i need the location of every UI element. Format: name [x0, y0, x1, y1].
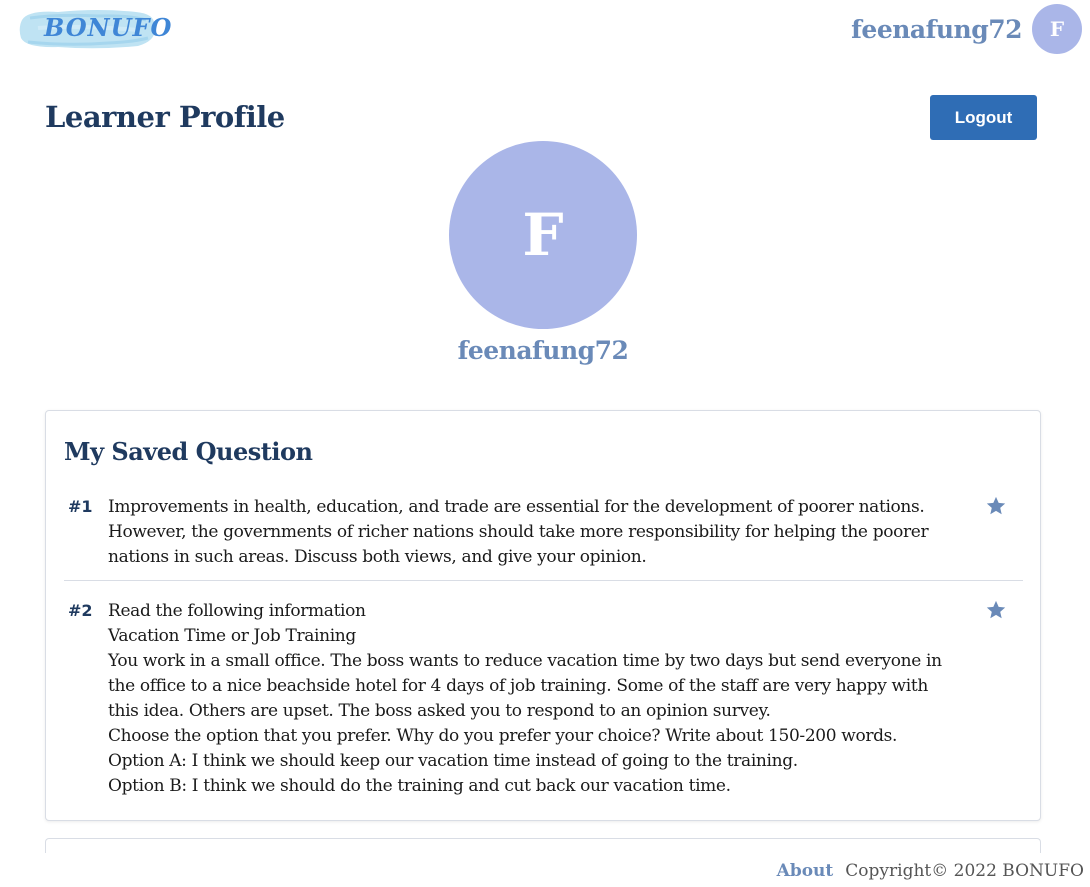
question-line: Read the following information — [108, 601, 366, 621]
account-menu[interactable]: feenafung72 F — [851, 4, 1082, 54]
header-avatar-initial: F — [1049, 17, 1065, 41]
saved-questions-card: My Saved Question #1 Improvements in hea… — [45, 410, 1041, 821]
star-icon[interactable] — [985, 599, 1007, 621]
saved-questions-title: My Saved Question — [64, 437, 313, 466]
question-line: Option A: I think we should keep our vac… — [108, 751, 798, 771]
profile-username: feenafung72 — [457, 336, 629, 365]
question-line: Choose the option that you prefer. Why d… — [108, 726, 898, 746]
logout-button[interactable]: Logout — [930, 95, 1037, 140]
page-title: Learner Profile — [45, 100, 285, 134]
header-avatar[interactable]: F — [1032, 4, 1082, 54]
question-line: Option B: I think we should do the train… — [108, 776, 731, 796]
question-line: Improvements in health, education, and t… — [108, 497, 925, 517]
question-line: However, the governments of richer natio… — [108, 522, 929, 542]
question-line: Vacation Time or Job Training — [108, 626, 356, 646]
profile-avatar-initial: F — [522, 201, 564, 269]
question-line: You work in a small office. The boss wan… — [108, 651, 942, 671]
saved-question-item[interactable]: #1 Improvements in health, education, an… — [64, 495, 1023, 581]
star-icon[interactable] — [985, 495, 1007, 517]
question-text: Improvements in health, education, and t… — [108, 495, 976, 570]
question-line: nations in such areas. Discuss both view… — [108, 547, 647, 567]
profile-avatar: F — [449, 141, 637, 329]
question-text: Read the following information Vacation … — [108, 599, 976, 799]
question-number: #2 — [68, 601, 93, 620]
footer: About Copyright© 2022 BONUFO — [777, 861, 1084, 881]
bonufo-logo[interactable]: BONUFO — [18, 6, 171, 52]
question-number: #1 — [68, 497, 93, 516]
about-link[interactable]: About — [777, 861, 834, 881]
header-username[interactable]: feenafung72 — [851, 15, 1022, 44]
logo-text: BONUFO — [44, 13, 173, 42]
question-line: the office to a nice beachside hotel for… — [108, 676, 928, 696]
copyright-text: Copyright© 2022 BONUFO — [845, 861, 1084, 881]
question-line: this idea. Others are upset. The boss as… — [108, 701, 771, 721]
learner-profile-page: BONUFO feenafung72 F Learner Profile Log… — [0, 0, 1090, 887]
